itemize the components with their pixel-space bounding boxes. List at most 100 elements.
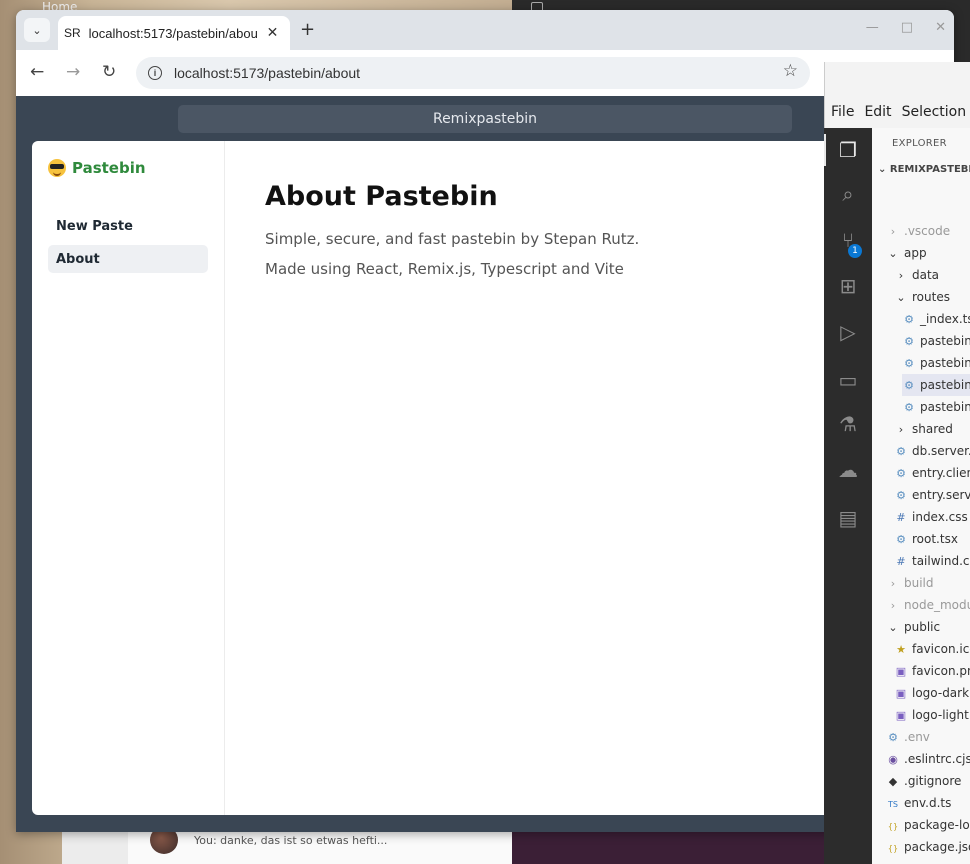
sidebar-item-about[interactable]: About	[48, 245, 208, 273]
tree-item-label: .eslintrc.cjs	[904, 752, 970, 766]
search-icon[interactable]: ⌕	[836, 182, 860, 206]
explorer-panel: EXPLORER ⌄ REMIXPASTEBIN ›.vscode⌄app›da…	[872, 128, 970, 864]
brand-name[interactable]: Pastebin	[72, 159, 146, 177]
hash-icon: #	[896, 555, 906, 568]
files-icon[interactable]: ❐	[836, 138, 860, 162]
tab-title: localhost:5173/pastebin/about	[88, 25, 257, 41]
chevron-right-icon: ›	[890, 599, 896, 612]
tree-item[interactable]: {} package.json	[886, 836, 970, 858]
tree-item[interactable]: ⚙ pastebin	[902, 352, 970, 374]
close-window-icon[interactable]: ✕	[935, 20, 946, 35]
tree-item[interactable]: ⚙ _index.tsx	[902, 308, 970, 330]
tree-item[interactable]: ⚙ pastebin	[902, 396, 970, 418]
tree-item[interactable]: JSpostcss.config.js	[886, 858, 970, 864]
tree-item[interactable]: › build	[886, 572, 934, 594]
run-debug-icon[interactable]: ▷	[836, 320, 860, 344]
tree-item-label: entry.client.tsx	[912, 466, 970, 480]
star-icon: ★	[896, 643, 906, 656]
tree-item-label: pastebin	[920, 400, 970, 414]
tree-item[interactable]: ⌄ routes	[894, 286, 950, 308]
address-bar[interactable]: i localhost:5173/pastebin/about ☆	[136, 57, 810, 89]
tree-item-label: .gitignore	[904, 774, 962, 788]
sidebar: Pastebin New Paste About	[32, 141, 225, 815]
tree-item[interactable]: ▣ favicon.png	[894, 660, 970, 682]
chat-sidebar	[62, 830, 128, 864]
extensions-icon[interactable]: ⊞	[836, 274, 860, 298]
tree-item-label: pastebin	[920, 334, 970, 348]
tree-item[interactable]: ⌄ public	[886, 616, 940, 638]
tree-item[interactable]: › data	[894, 264, 939, 286]
chat-icon[interactable]: ▤	[836, 506, 860, 530]
docker-icon[interactable]: ☁	[836, 458, 860, 482]
tree-item[interactable]: TS env.d.ts	[886, 792, 951, 814]
description-line: Simple, secure, and fast pastebin by Ste…	[265, 230, 640, 248]
tree-item[interactable]: › .vscode	[886, 220, 950, 242]
tree-item[interactable]: ⚙ pastebin	[902, 330, 970, 352]
tree-item[interactable]: ⚙ root.tsx	[894, 528, 958, 550]
gear-icon: ⚙	[904, 335, 914, 348]
maximize-icon[interactable]: □	[901, 20, 913, 35]
remote-explorer-icon[interactable]: ▭	[836, 368, 860, 392]
close-icon[interactable]: ✕	[267, 25, 279, 41]
activity-bar: ❐ ⌕ ⑂ 1 ⊞ ▷ ▭ ⚗ ☁ ▤	[824, 128, 872, 864]
tree-item[interactable]: ⌄ app	[886, 242, 926, 264]
chevron-down-icon: ⌄	[896, 291, 906, 304]
app-banner: Remixpastebin	[178, 105, 792, 133]
testing-flask-icon[interactable]: ⚗	[836, 412, 860, 436]
back-icon[interactable]: ←	[30, 62, 44, 82]
tree-item[interactable]: {} package-lock.json	[886, 814, 970, 836]
brand[interactable]: Pastebin	[48, 159, 146, 177]
minimize-icon[interactable]: —	[866, 20, 879, 35]
tree-item[interactable]: ★ favicon.ico	[894, 638, 970, 660]
bookmark-star-icon[interactable]: ☆	[783, 61, 798, 81]
tree-item[interactable]: ▣ logo-dark.png	[894, 682, 970, 704]
tree-item[interactable]: ⚙ entry.client.tsx	[894, 462, 970, 484]
reload-icon[interactable]: ↻	[102, 62, 116, 82]
tree-item[interactable]: ⚙ db.server.ts	[894, 440, 970, 462]
circle-icon: ◉	[888, 753, 898, 766]
url-text[interactable]: localhost:5173/pastebin/about	[174, 65, 360, 81]
window-controls: — □ ✕	[866, 20, 946, 35]
tree-item[interactable]: ▣ logo-light.png	[894, 704, 970, 726]
chevron-down-icon: ⌄	[888, 621, 898, 634]
gear-icon: ⚙	[904, 357, 914, 370]
menu-edit[interactable]: Edit	[864, 104, 891, 120]
tree-item-label: package-lock.json	[904, 818, 970, 832]
forward-icon[interactable]: →	[66, 62, 80, 82]
tree-item[interactable]: ⚙ entry.server.tsx	[894, 484, 970, 506]
vscode-window: File Edit Selection ❐ ⌕ ⑂ 1 ⊞ ▷ ▭ ⚗ ☁ ▤ …	[824, 62, 970, 864]
menu-file[interactable]: File	[831, 104, 854, 120]
tree-item[interactable]: ⚙ pastebin	[902, 374, 970, 396]
gear-icon: ⚙	[888, 731, 898, 744]
tab-active[interactable]: SR localhost:5173/pastebin/about ✕	[58, 16, 290, 50]
tree-item[interactable]: # index.css	[894, 506, 967, 528]
tree-item-label: .env	[904, 730, 930, 744]
sidebar-item-new-paste[interactable]: New Paste	[48, 212, 208, 240]
ts-icon: TS	[888, 800, 898, 809]
tech-line: Made using React, Remix.js, Typescript a…	[265, 260, 624, 278]
tree-item-label: pastebin	[920, 356, 970, 370]
tree-item[interactable]: › shared	[894, 418, 953, 440]
project-title[interactable]: ⌄ REMIXPASTEBIN	[878, 164, 970, 175]
tree-item[interactable]: › node_modules	[886, 594, 970, 616]
tree-item[interactable]: ◆ .gitignore	[886, 770, 962, 792]
gear-icon: ⚙	[904, 401, 914, 414]
image-icon: ▣	[895, 665, 907, 678]
gear-icon: ⚙	[896, 445, 906, 458]
chat-preview-text[interactable]: You: danke, das ist so etwas hefti...	[194, 834, 387, 847]
tab-search-button[interactable]: ⌄	[24, 18, 50, 42]
explorer-title: EXPLORER	[892, 138, 947, 149]
tree-item[interactable]: # tailwind.css	[894, 550, 970, 572]
desktop-purple-strip	[512, 830, 832, 864]
new-tab-button[interactable]: +	[300, 19, 315, 40]
chevron-down-icon: ⌄	[878, 164, 890, 175]
hash-icon: #	[896, 511, 906, 524]
tree-item-label: package.json	[904, 840, 970, 854]
menu-selection[interactable]: Selection	[902, 104, 967, 120]
tree-item-label: .vscode	[904, 224, 951, 238]
tree-item-label: entry.server.tsx	[912, 488, 970, 502]
tree-item[interactable]: ⚙ .env	[886, 726, 930, 748]
braces-icon: {}	[887, 844, 899, 853]
tree-item[interactable]: ◉ .eslintrc.cjs	[886, 748, 970, 770]
site-info-icon[interactable]: i	[148, 66, 162, 80]
